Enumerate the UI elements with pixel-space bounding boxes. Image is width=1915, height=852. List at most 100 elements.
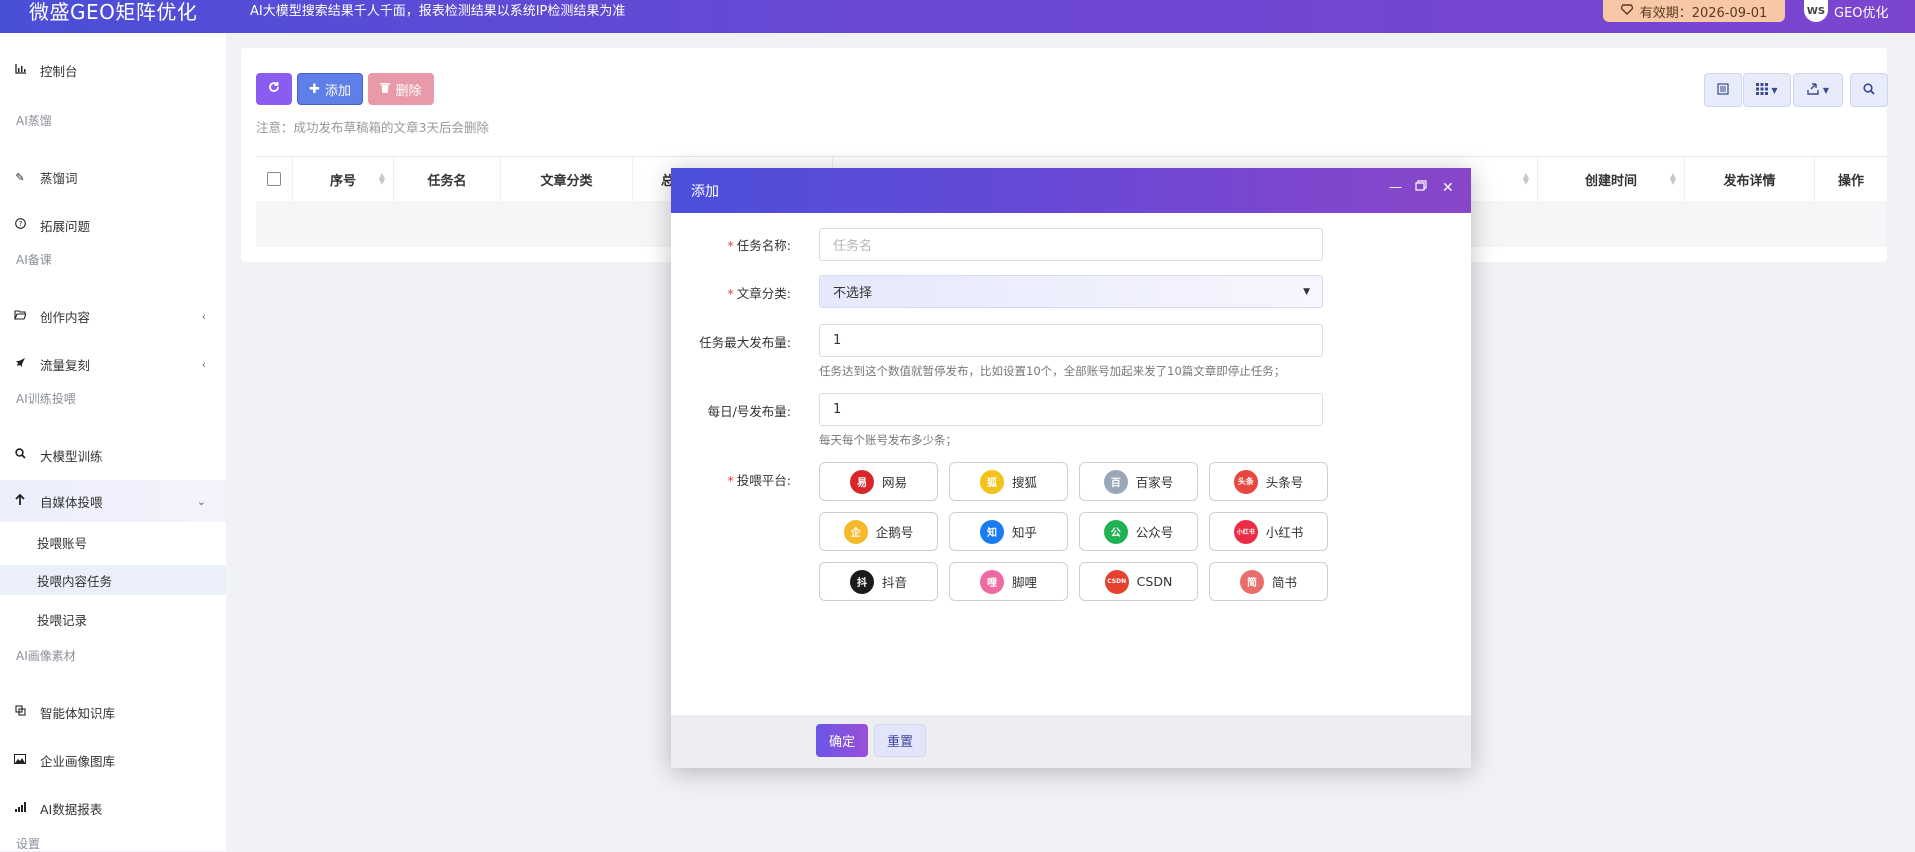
- label-text: 每日/号发布量:: [707, 404, 791, 419]
- maximize-icon[interactable]: [1415, 180, 1427, 195]
- platform-name: 公众号: [1135, 525, 1174, 540]
- plus-icon: ✚: [309, 81, 320, 97]
- sidebar-item-image-gallery[interactable]: 企业画像图库: [0, 742, 226, 778]
- platform-option[interactable]: 易网易: [819, 462, 938, 501]
- expiry-badge: 有效期：2026-09-01: [1603, 0, 1785, 22]
- avatar: WS: [1804, 0, 1828, 22]
- platform-option[interactable]: CSDN CSDN: [1079, 562, 1198, 601]
- platform-option[interactable]: 哩脚哩: [949, 562, 1068, 601]
- sidebar-item-data-report[interactable]: AI数据报表: [0, 790, 226, 826]
- category-label: * 文章分类:: [671, 283, 791, 302]
- platform-name: 脚哩: [1011, 575, 1037, 590]
- sidebar-group-distill: AI蒸馏: [16, 114, 52, 128]
- close-icon[interactable]: ✕: [1442, 180, 1454, 196]
- delete-button[interactable]: 删除: [368, 73, 434, 105]
- search-icon: [1863, 82, 1875, 98]
- caret-down-icon: ▼: [1822, 85, 1830, 95]
- max-publish-input[interactable]: 1: [819, 324, 1323, 357]
- confirm-button[interactable]: 确定: [816, 724, 868, 757]
- sidebar-label: 拓展问题: [40, 218, 91, 234]
- platform-logo-icon: 狐: [979, 469, 1004, 494]
- platform-logo-icon: 简: [1239, 569, 1264, 594]
- sidebar-item-media-feed[interactable]: 自媒体投喂 ⌄: [0, 480, 226, 522]
- platform-option[interactable]: 简简书: [1209, 562, 1328, 601]
- sidebar-item-create-content[interactable]: 创作内容 ‹: [0, 298, 226, 334]
- sidebar-subitem-feed-records[interactable]: 投喂记录: [0, 604, 226, 634]
- trash-icon: [380, 82, 391, 97]
- list-icon: [1717, 82, 1729, 98]
- export-icon: [1807, 82, 1820, 98]
- platform-logo-icon: 易: [849, 469, 874, 494]
- user-menu[interactable]: WS GEO优化: [1804, 0, 1889, 22]
- caret-down-icon: ▼: [1771, 85, 1778, 95]
- minimize-icon[interactable]: —: [1389, 180, 1402, 195]
- sidebar-item-knowledge-base[interactable]: 智能体知识库: [0, 694, 226, 730]
- brand-title[interactable]: 微盛GEO矩阵优化: [29, 0, 197, 25]
- platform-option[interactable]: 头条 头条号: [1209, 462, 1328, 501]
- search-button[interactable]: [1850, 73, 1888, 107]
- column-label: 任务名: [427, 173, 467, 189]
- column-header-task-name[interactable]: 任务名: [394, 157, 501, 201]
- platform-option[interactable]: 百百家号: [1079, 462, 1198, 501]
- platform-option[interactable]: 抖抖音: [819, 562, 938, 601]
- task-name-input[interactable]: 任务名: [819, 228, 1323, 261]
- columns-button[interactable]: ▼: [1743, 73, 1791, 107]
- select-all-cell[interactable]: [256, 157, 293, 201]
- search-icon: [0, 448, 40, 462]
- add-button[interactable]: ✚ 添加: [297, 73, 363, 105]
- column-header-publish-details[interactable]: 发布详情: [1685, 157, 1815, 201]
- reset-button[interactable]: 重置: [874, 724, 926, 757]
- platform-name: CSDN: [1136, 574, 1173, 589]
- category-select[interactable]: 不选择 ▼: [819, 275, 1323, 308]
- platform-option[interactable]: 企企鹅号: [819, 512, 938, 551]
- platform-option[interactable]: 狐搜狐: [949, 462, 1068, 501]
- platform-option[interactable]: 知知乎: [949, 512, 1068, 551]
- sidebar-item-console[interactable]: 控制台: [0, 52, 226, 88]
- grid-icon: [1756, 82, 1769, 98]
- sidebar-item-llm-training[interactable]: 大模型训练: [0, 437, 226, 473]
- sort-icon: ▲ ▼: [1522, 171, 1529, 186]
- platform-name: 百家号: [1135, 475, 1174, 490]
- add-button-label: 添加: [324, 83, 351, 99]
- select-all-checkbox[interactable]: [267, 172, 281, 186]
- dialog-title: 添加: [691, 184, 719, 200]
- sidebar-label: 智能体知识库: [40, 705, 116, 721]
- sidebar-subitem-feed-accounts[interactable]: 投喂账号: [0, 527, 226, 557]
- column-label: 序号: [329, 173, 356, 189]
- max-publish-label: 任务最大发布量:: [671, 332, 791, 351]
- caret-down-icon: ▼: [1303, 286, 1310, 297]
- sidebar-item-traffic-copy[interactable]: 流量复刻 ‹: [0, 346, 226, 382]
- platform-name: 小红书: [1265, 525, 1304, 540]
- top-notice: AI大模型搜索结果千人千面，报表检测结果以系统IP检测结果为准: [250, 4, 626, 19]
- refresh-button[interactable]: [256, 73, 292, 105]
- daily-publish-input[interactable]: 1: [819, 393, 1323, 426]
- column-header-category[interactable]: 文章分类: [501, 157, 633, 201]
- column-header-created-time[interactable]: 创建时间 ▲ ▼: [1538, 157, 1685, 201]
- platform-logo-icon: 公: [1103, 519, 1128, 544]
- column-header-actions[interactable]: 操作: [1815, 157, 1887, 201]
- column-header-index[interactable]: 序号 ▲ ▼: [293, 157, 394, 201]
- label-text: 任务最大发布量:: [699, 335, 791, 350]
- platform-logo-icon: 头条: [1233, 469, 1258, 494]
- sidebar-item-expand-questions[interactable]: ? 拓展问题: [0, 207, 226, 243]
- required-mark: *: [727, 286, 734, 301]
- expiry-text: 有效期：2026-09-01: [1639, 5, 1768, 21]
- platform-option[interactable]: 公公众号: [1079, 512, 1198, 551]
- rocket-icon: [0, 357, 40, 371]
- chevron-down-icon: ⌄: [196, 494, 206, 508]
- platform-option[interactable]: 小红书 小红书: [1209, 512, 1328, 551]
- sidebar-item-distill-words[interactable]: ✎ 蒸馏词: [0, 159, 226, 195]
- column-label: 发布详情: [1723, 173, 1776, 189]
- toggle-view-button[interactable]: [1704, 73, 1742, 107]
- sidebar-label: 企业画像图库: [40, 753, 116, 769]
- sidebar-subitem-feed-tasks[interactable]: 投喂内容任务: [0, 565, 226, 595]
- sidebar-group-training: AI训练投喂: [16, 392, 76, 406]
- sidebar-label: 大模型训练: [40, 448, 103, 464]
- export-button[interactable]: ▼: [1793, 73, 1843, 107]
- sidebar-label: AI数据报表: [40, 801, 103, 817]
- dialog-header[interactable]: 添加 — ✕: [671, 168, 1471, 213]
- daily-publish-help: 每天每个账号发布多少条；: [819, 433, 957, 447]
- signal-icon: [0, 801, 40, 815]
- task-name-label: * 任务名称:: [671, 235, 791, 254]
- daily-publish-label: 每日/号发布量:: [671, 401, 791, 420]
